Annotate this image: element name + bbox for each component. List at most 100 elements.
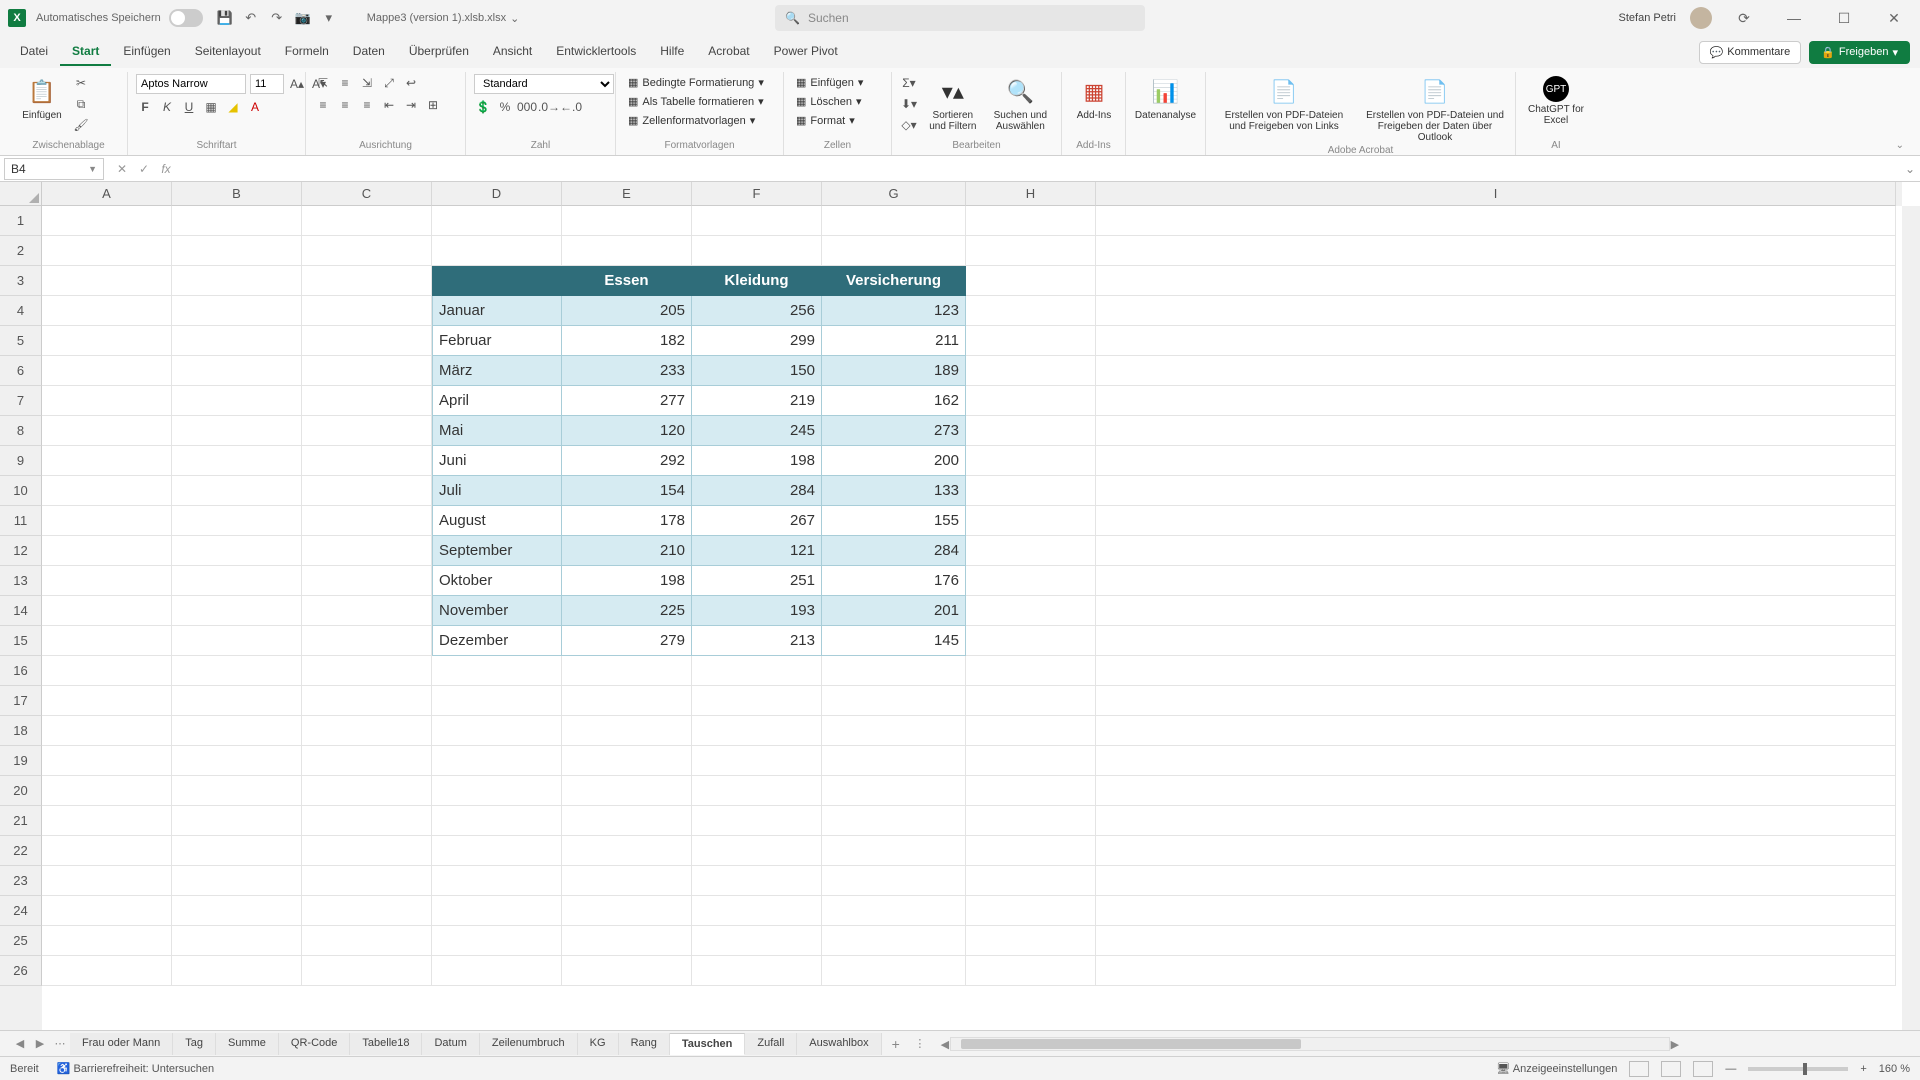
cell-D5[interactable]: Februar — [432, 326, 562, 356]
cell-D20[interactable] — [432, 776, 562, 806]
orientation-icon[interactable]: ⤢ — [380, 74, 398, 92]
find-select-button[interactable]: 🔍 Suchen und Auswählen — [988, 74, 1053, 134]
comments-button[interactable]: 💬 Kommentare — [1699, 41, 1802, 64]
cell-A14[interactable] — [42, 596, 172, 626]
cell-F13[interactable]: 251 — [692, 566, 822, 596]
sheet-tab-tauschen[interactable]: Tauschen — [670, 1033, 746, 1055]
align-bottom-icon[interactable]: ⇲ — [358, 74, 376, 92]
align-right-icon[interactable]: ≡ — [358, 96, 376, 114]
cell-B17[interactable] — [172, 686, 302, 716]
cell-D7[interactable]: April — [432, 386, 562, 416]
cell-H17[interactable] — [966, 686, 1096, 716]
normal-view-button[interactable] — [1629, 1061, 1649, 1077]
cell-A7[interactable] — [42, 386, 172, 416]
cell-B5[interactable] — [172, 326, 302, 356]
cell-C21[interactable] — [302, 806, 432, 836]
cell-H13[interactable] — [966, 566, 1096, 596]
spreadsheet-grid[interactable]: ABCDEFGHI 123456789101112131415161718192… — [0, 182, 1920, 1030]
cell-I5[interactable] — [1096, 326, 1896, 356]
align-top-icon[interactable]: ⇱ — [314, 74, 332, 92]
cell-F1[interactable] — [692, 206, 822, 236]
cell-B2[interactable] — [172, 236, 302, 266]
tab-datei[interactable]: Datei — [8, 38, 60, 66]
column-header-A[interactable]: A — [42, 182, 172, 206]
fx-icon[interactable]: fx — [158, 162, 174, 176]
cell-A15[interactable] — [42, 626, 172, 656]
cell-E9[interactable]: 292 — [562, 446, 692, 476]
cell-C26[interactable] — [302, 956, 432, 986]
cell-G9[interactable]: 200 — [822, 446, 966, 476]
cell-A25[interactable] — [42, 926, 172, 956]
cell-I1[interactable] — [1096, 206, 1896, 236]
cell-B9[interactable] — [172, 446, 302, 476]
collapse-ribbon-icon[interactable]: ⌄ — [1896, 140, 1904, 151]
border-icon[interactable]: ▦ — [202, 98, 220, 116]
tab-daten[interactable]: Daten — [341, 38, 397, 66]
cell-E3[interactable]: Essen — [562, 266, 692, 296]
cell-A3[interactable] — [42, 266, 172, 296]
font-name-input[interactable] — [136, 74, 246, 94]
cell-F17[interactable] — [692, 686, 822, 716]
cell-G24[interactable] — [822, 896, 966, 926]
create-pdf-outlook-button[interactable]: 📄 Erstellen von PDF-Dateien und Freigebe… — [1360, 74, 1510, 145]
cell-C24[interactable] — [302, 896, 432, 926]
row-header-17[interactable]: 17 — [0, 686, 42, 716]
cell-F12[interactable]: 121 — [692, 536, 822, 566]
cell-E12[interactable]: 210 — [562, 536, 692, 566]
currency-icon[interactable]: 💲 — [474, 98, 492, 116]
horizontal-scrollbar[interactable]: ◀ ▶ — [950, 1037, 1670, 1051]
cell-H5[interactable] — [966, 326, 1096, 356]
create-pdf-links-button[interactable]: 📄 Erstellen von PDF-Dateien und Freigebe… — [1214, 74, 1354, 134]
qat-more-icon[interactable]: ▾ — [321, 10, 337, 26]
row-header-10[interactable]: 10 — [0, 476, 42, 506]
cell-F7[interactable]: 219 — [692, 386, 822, 416]
cell-G12[interactable]: 284 — [822, 536, 966, 566]
font-color-icon[interactable]: A — [246, 98, 264, 116]
cell-E4[interactable]: 205 — [562, 296, 692, 326]
cell-F25[interactable] — [692, 926, 822, 956]
insert-cells-button[interactable]: ▦ Einfügen ▾ — [792, 74, 867, 91]
cell-D21[interactable] — [432, 806, 562, 836]
cell-H25[interactable] — [966, 926, 1096, 956]
increase-decimal-icon[interactable]: .0→ — [540, 98, 558, 116]
row-header-14[interactable]: 14 — [0, 596, 42, 626]
autosum-icon[interactable]: Σ▾ — [900, 74, 918, 92]
cell-A9[interactable] — [42, 446, 172, 476]
cell-H7[interactable] — [966, 386, 1096, 416]
column-header-B[interactable]: B — [172, 182, 302, 206]
cell-G3[interactable]: Versicherung — [822, 266, 966, 296]
cell-F5[interactable]: 299 — [692, 326, 822, 356]
select-all-corner[interactable] — [0, 182, 42, 206]
cell-D9[interactable]: Juni — [432, 446, 562, 476]
cell-A13[interactable] — [42, 566, 172, 596]
cut-icon[interactable]: ✂ — [72, 74, 90, 92]
font-size-input[interactable] — [250, 74, 284, 94]
cell-B7[interactable] — [172, 386, 302, 416]
cell-I15[interactable] — [1096, 626, 1896, 656]
cell-B15[interactable] — [172, 626, 302, 656]
row-header-21[interactable]: 21 — [0, 806, 42, 836]
username[interactable]: Stefan Petri — [1619, 12, 1676, 24]
clear-icon[interactable]: ◇▾ — [900, 116, 918, 134]
cell-E19[interactable] — [562, 746, 692, 776]
cell-I24[interactable] — [1096, 896, 1896, 926]
tab-einfügen[interactable]: Einfügen — [111, 38, 182, 66]
cell-G21[interactable] — [822, 806, 966, 836]
cell-I18[interactable] — [1096, 716, 1896, 746]
cell-E18[interactable] — [562, 716, 692, 746]
cell-B8[interactable] — [172, 416, 302, 446]
hscroll-right-icon[interactable]: ▶ — [1665, 1038, 1685, 1051]
cell-A12[interactable] — [42, 536, 172, 566]
maximize-button[interactable]: ☐ — [1826, 6, 1862, 30]
cell-D10[interactable]: Juli — [432, 476, 562, 506]
cell-I25[interactable] — [1096, 926, 1896, 956]
decrease-decimal-icon[interactable]: ←.0 — [562, 98, 580, 116]
cell-G7[interactable]: 162 — [822, 386, 966, 416]
cell-A16[interactable] — [42, 656, 172, 686]
cell-E13[interactable]: 198 — [562, 566, 692, 596]
data-analysis-button[interactable]: 📊 Datenanalyse — [1134, 74, 1197, 123]
zoom-slider[interactable] — [1748, 1067, 1848, 1071]
cell-A4[interactable] — [42, 296, 172, 326]
cell-F22[interactable] — [692, 836, 822, 866]
cell-B10[interactable] — [172, 476, 302, 506]
